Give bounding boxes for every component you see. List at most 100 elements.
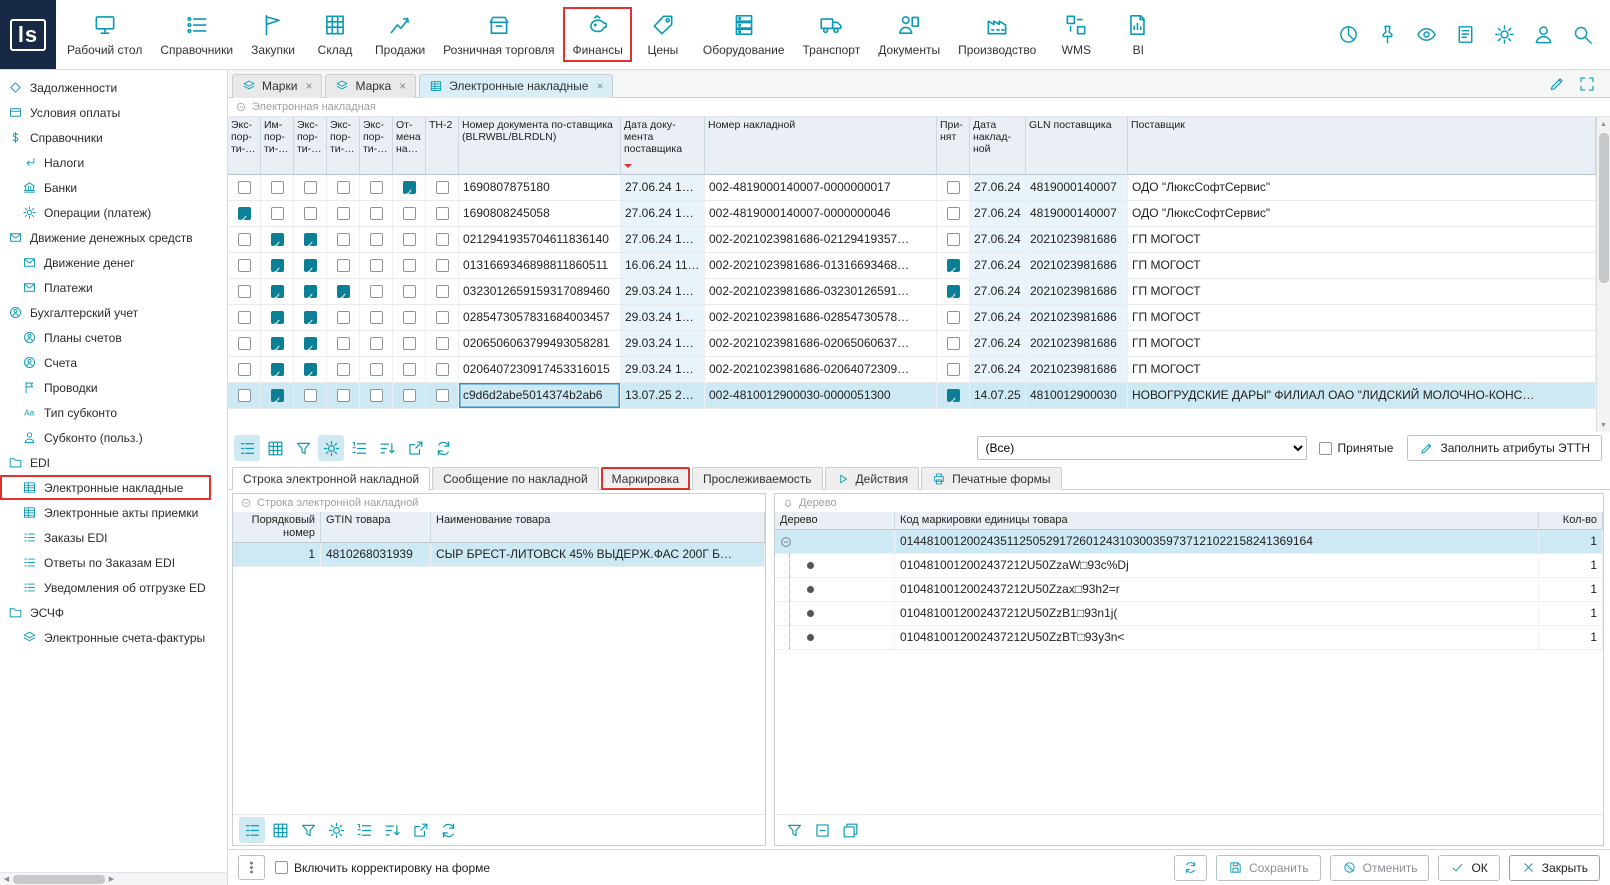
row-checkbox[interactable] [271,389,284,402]
gear-toolbar-button[interactable] [323,817,349,843]
detail-subtab[interactable]: Строка электронной накладной [232,467,430,490]
row-checkbox[interactable] [271,259,284,272]
table-row[interactable]: 021294193570461183614027.06.24 10:31002-… [228,227,1596,253]
row-checkbox[interactable] [304,363,317,376]
fill-ettn-attributes-button[interactable]: Заполнить атрибуты ЭТТН [1407,435,1602,461]
detail-subtab[interactable]: Печатные формы [921,467,1061,490]
sidebar-item[interactable]: Бухгалтерский учет [0,300,227,325]
sidebar-item[interactable]: ЭСЧФ [0,600,227,625]
row-checkbox[interactable] [337,233,350,246]
row-checkbox[interactable] [271,337,284,350]
закрыть-button[interactable]: Закрыть [1509,855,1600,881]
top-menu-item[interactable]: Оборудование [694,7,794,62]
column-header[interactable]: При-нят [937,117,970,175]
sort-toolbar-button[interactable] [374,435,400,461]
row-checkbox[interactable] [337,285,350,298]
pencil-icon[interactable] [1548,75,1566,93]
column-header[interactable]: Дата наклад-ной [970,117,1026,175]
row-checkbox[interactable] [370,285,383,298]
column-header[interactable]: Экс-пор-ти-… [228,117,261,175]
document-tab[interactable]: Марка× [325,74,416,98]
top-menu-item[interactable]: Закупки [242,7,304,62]
enable-correction-toggle[interactable]: Включить корректировку на форме [275,861,490,875]
refresh-toolbar-button[interactable] [430,435,456,461]
top-menu-item[interactable]: BI [1107,7,1169,62]
detail-subtab[interactable]: Прослеживаемость [692,467,823,490]
accepted-filter[interactable]: Принятые [1319,441,1394,455]
row-checkbox[interactable] [304,337,317,350]
сохранить-button[interactable]: Сохранить [1216,855,1321,881]
row-checkbox[interactable] [436,363,449,376]
collapse-panel-icon[interactable] [235,101,247,113]
row-checkbox[interactable] [271,363,284,376]
row-checkbox[interactable] [947,311,960,324]
minuscircle-icon[interactable] [240,497,252,509]
table-row[interactable]: 14810268031939СЫР БРЕСТ-ЛИТОВСК 45% ВЫДЕ… [233,543,765,567]
row-checkbox[interactable] [271,311,284,324]
row-checkbox[interactable] [403,389,416,402]
row-checkbox[interactable] [403,337,416,350]
detail-subtab[interactable]: Действия [825,467,920,490]
row-checkbox[interactable] [947,363,960,376]
top-menu-item[interactable]: Розничная торговля [434,7,563,62]
eye-icon[interactable] [1415,23,1438,46]
row-checkbox[interactable] [436,233,449,246]
row-checkbox[interactable] [947,285,960,298]
table-row[interactable]: 020650606379949305828129.03.24 13:22002-… [228,331,1596,357]
table-row[interactable]: 032301265915931708946029.03.24 12:11002-… [228,279,1596,305]
document-tab[interactable]: Электронные накладные× [419,74,613,98]
sidebar-item[interactable]: AaТип субконто [0,400,227,425]
numlist-toolbar-button[interactable] [351,817,377,843]
row-checkbox[interactable] [947,233,960,246]
external-toolbar-button[interactable] [407,817,433,843]
refresh-button[interactable] [1174,855,1207,881]
top-menu-item[interactable]: Справочники [151,7,242,62]
tree-row[interactable]: 0104810012002437212U50ZzB1□93n1j(1 [775,602,1603,626]
row-checkbox[interactable] [304,259,317,272]
filter-toolbar-button[interactable] [295,817,321,843]
column-header[interactable]: Экс-пор-ти-… [360,117,393,175]
column-header[interactable]: Им-пор-ти-… [261,117,294,175]
column-header[interactable]: GTIN товара [321,512,431,542]
refresh-toolbar-button[interactable] [435,817,461,843]
row-checkbox[interactable] [304,181,317,194]
scroll-up-icon[interactable]: ▲ [1597,117,1610,131]
row-checkbox[interactable] [337,389,350,402]
column-header[interactable]: Наименование товара [431,512,765,542]
row-checkbox[interactable] [370,181,383,194]
row-checkbox[interactable] [370,389,383,402]
row-checkbox[interactable] [304,285,317,298]
ок-button[interactable]: ОК [1438,855,1499,881]
sidebar-item[interactable]: EDI [0,450,227,475]
top-menu-item[interactable]: Финансы [563,7,631,62]
table-row[interactable]: 169080787518027.06.24 15:51002-481900014… [228,175,1596,201]
row-checkbox[interactable] [403,207,416,220]
column-header[interactable]: Дата доку-мента поставщика [621,117,705,175]
row-checkbox[interactable] [337,181,350,194]
detail-subtab[interactable]: Сообщение по накладной [432,467,599,490]
pie-icon[interactable] [1337,23,1360,46]
row-checkbox[interactable] [238,389,251,402]
filter-toolbar-button[interactable] [781,817,807,843]
row-checkbox[interactable] [337,337,350,350]
app-logo[interactable]: ls [0,0,56,69]
отменить-button[interactable]: Отменить [1330,855,1430,881]
numlist-toolbar-button[interactable] [346,435,372,461]
row-checkbox[interactable] [403,311,416,324]
row-checkbox[interactable] [436,181,449,194]
sidebar-item[interactable]: Заказы EDI [0,525,227,550]
row-checkbox[interactable] [403,285,416,298]
row-checkbox[interactable] [304,233,317,246]
top-menu-item[interactable]: Транспорт [794,7,870,62]
grid2-toolbar-button[interactable] [262,435,288,461]
row-checkbox[interactable] [947,207,960,220]
column-header[interactable]: ТН-2 [426,117,459,175]
column-header[interactable]: Поставщик [1128,117,1596,175]
row-checkbox[interactable] [370,207,383,220]
rows-toolbar-button[interactable] [234,435,260,461]
sidebar-item[interactable]: Счета [0,350,227,375]
tab-close-icon[interactable]: × [305,79,312,93]
filter-select[interactable]: (Все) [977,436,1307,460]
sidebar-item[interactable]: Справочники [0,125,227,150]
gear-toolbar-button[interactable] [318,435,344,461]
